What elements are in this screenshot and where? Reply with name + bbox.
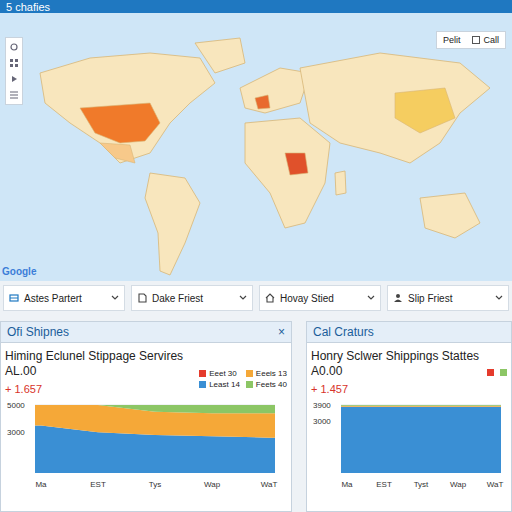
highlighted-region[interactable] (285, 153, 308, 175)
area-series (341, 405, 501, 407)
world-map-shapes (0, 13, 512, 281)
x-label: WaT (261, 480, 278, 489)
home-icon (265, 293, 275, 303)
circle-icon[interactable] (9, 42, 19, 52)
summary-text: Himing Eclunel Stippage Servires AL.00 + … (5, 349, 195, 395)
x-label: EST (90, 480, 106, 489)
document-icon (137, 293, 147, 303)
legend-swatch (199, 370, 206, 377)
area-series (35, 405, 275, 413)
legend-item: Eeeis 13 (246, 369, 287, 378)
x-label: Ma (341, 480, 353, 489)
legend-swatch (487, 369, 494, 376)
x-label: Wap (450, 480, 467, 489)
filter-dropdown[interactable]: Dake Friest (131, 285, 253, 311)
world-map[interactable]: Pelit Call Google (0, 13, 512, 281)
chart-legend (487, 349, 507, 395)
x-label: Tys (149, 480, 161, 489)
filter-label: Dake Friest (152, 293, 234, 304)
filter-dropdown[interactable]: Astes Partert (3, 285, 125, 311)
x-label: EST (376, 480, 392, 489)
chevron-down-icon (367, 295, 375, 301)
area-series (341, 407, 501, 473)
filter-label: Astes Partert (24, 293, 106, 304)
x-label: Wap (204, 480, 221, 489)
legend-label: Feets 40 (256, 380, 287, 389)
summary-text: Honry Sclwer Shippings Stattes A0.00 + 1.… (311, 349, 483, 395)
legend-swatch (246, 381, 253, 388)
map-control-label: Pelit (443, 35, 461, 45)
panel-body: Himing Eclunel Stippage Servires AL.00 + … (1, 343, 291, 503)
menu-icon[interactable] (9, 90, 19, 100)
chevron-down-icon (111, 295, 119, 301)
chart-value: + 1.457 (311, 383, 483, 395)
map-control[interactable]: Call (472, 35, 499, 45)
box-icon (9, 293, 19, 303)
filter-bar: Astes Partert Dake Friest Hovay Stied Slip … (0, 281, 512, 315)
legend-label: Least 14 (209, 380, 240, 389)
legend-item (487, 369, 494, 376)
filter-label: Hovay Stied (280, 293, 362, 304)
area-series (35, 405, 275, 438)
app-title: 5 chafies (6, 1, 50, 13)
panel-title: Cal Craturs (313, 325, 374, 339)
legend-swatch (246, 370, 253, 377)
area-chart: 5000 3000 Ma EST Tys Wap WaT (5, 395, 287, 503)
legend-item: Least 14 (199, 380, 240, 389)
chart-legend: Eeet 30 Eeeis 13 Least 14 Feets 40 (199, 349, 287, 395)
chart-value: + 1.657 (5, 383, 195, 395)
play-icon[interactable] (9, 74, 19, 84)
person-icon (393, 293, 403, 303)
panel-summary: Himing Eclunel Stippage Servires AL.00 + … (5, 349, 287, 395)
box-icon (472, 36, 480, 44)
filter-dropdown[interactable]: Hovay Stied (259, 285, 381, 311)
y-tick: 3000 (7, 428, 25, 437)
legend-item: Feets 40 (246, 380, 287, 389)
area-series (341, 406, 501, 407)
map-watermark: Google (2, 266, 36, 277)
chart-panel: Cal Craturs Honry Sclwer Shippings Statte… (306, 321, 512, 512)
chart-panels: Ofi Shipnes × Himing Eclunel Stippage Serv… (0, 315, 512, 512)
chart-title: Himing Eclunel Stippage Servires AL.00 (5, 349, 195, 379)
panel-title: Ofi Shipnes (7, 325, 69, 339)
map-controls: Pelit Call (436, 31, 506, 49)
panel-body: Honry Sclwer Shippings Stattes A0.00 + 1.… (307, 343, 511, 503)
panel-summary: Honry Sclwer Shippings Stattes A0.00 + 1.… (311, 349, 507, 395)
chevron-down-icon (495, 295, 503, 301)
legend-item (500, 369, 507, 376)
title-bar: 5 chafies (0, 0, 512, 13)
y-tick: 3000 (313, 417, 331, 426)
panel-header: Ofi Shipnes × (1, 322, 291, 343)
highlighted-region[interactable] (395, 88, 455, 133)
legend-swatch (500, 369, 507, 376)
chevron-down-icon (239, 295, 247, 301)
y-tick: 5000 (7, 401, 25, 410)
stacked-area-chart: 5000 3000 Ma EST Tys Wap WaT (5, 395, 281, 503)
highlighted-region[interactable] (100, 143, 135, 163)
x-label: Ma (35, 480, 47, 489)
map-control-label: Call (483, 35, 499, 45)
x-label: WaT (487, 480, 504, 489)
legend-label: Eeeis 13 (256, 369, 287, 378)
map-control[interactable]: Pelit (443, 35, 461, 45)
stacked-area-chart: 3900 3000 Ma EST Tyst Wap WaT (311, 395, 507, 503)
chart-title: Honry Sclwer Shippings Stattes A0.00 (311, 349, 483, 379)
grid-icon[interactable] (9, 58, 19, 68)
area-chart: 3900 3000 Ma EST Tyst Wap WaT (311, 395, 507, 503)
close-button[interactable]: × (278, 325, 285, 339)
panel-header: Cal Craturs (307, 322, 511, 343)
map-toolbar (5, 37, 23, 105)
highlighted-region[interactable] (255, 95, 270, 109)
highlighted-region[interactable] (80, 103, 160, 143)
filter-dropdown[interactable]: Slip Friest (387, 285, 509, 311)
legend-label: Eeet 30 (209, 369, 237, 378)
chart-panel: Ofi Shipnes × Himing Eclunel Stippage Serv… (0, 321, 292, 512)
legend-swatch (199, 381, 206, 388)
filter-label: Slip Friest (408, 293, 490, 304)
legend-item: Eeet 30 (199, 369, 240, 378)
y-tick: 3900 (313, 401, 331, 410)
x-label: Tyst (414, 480, 429, 489)
